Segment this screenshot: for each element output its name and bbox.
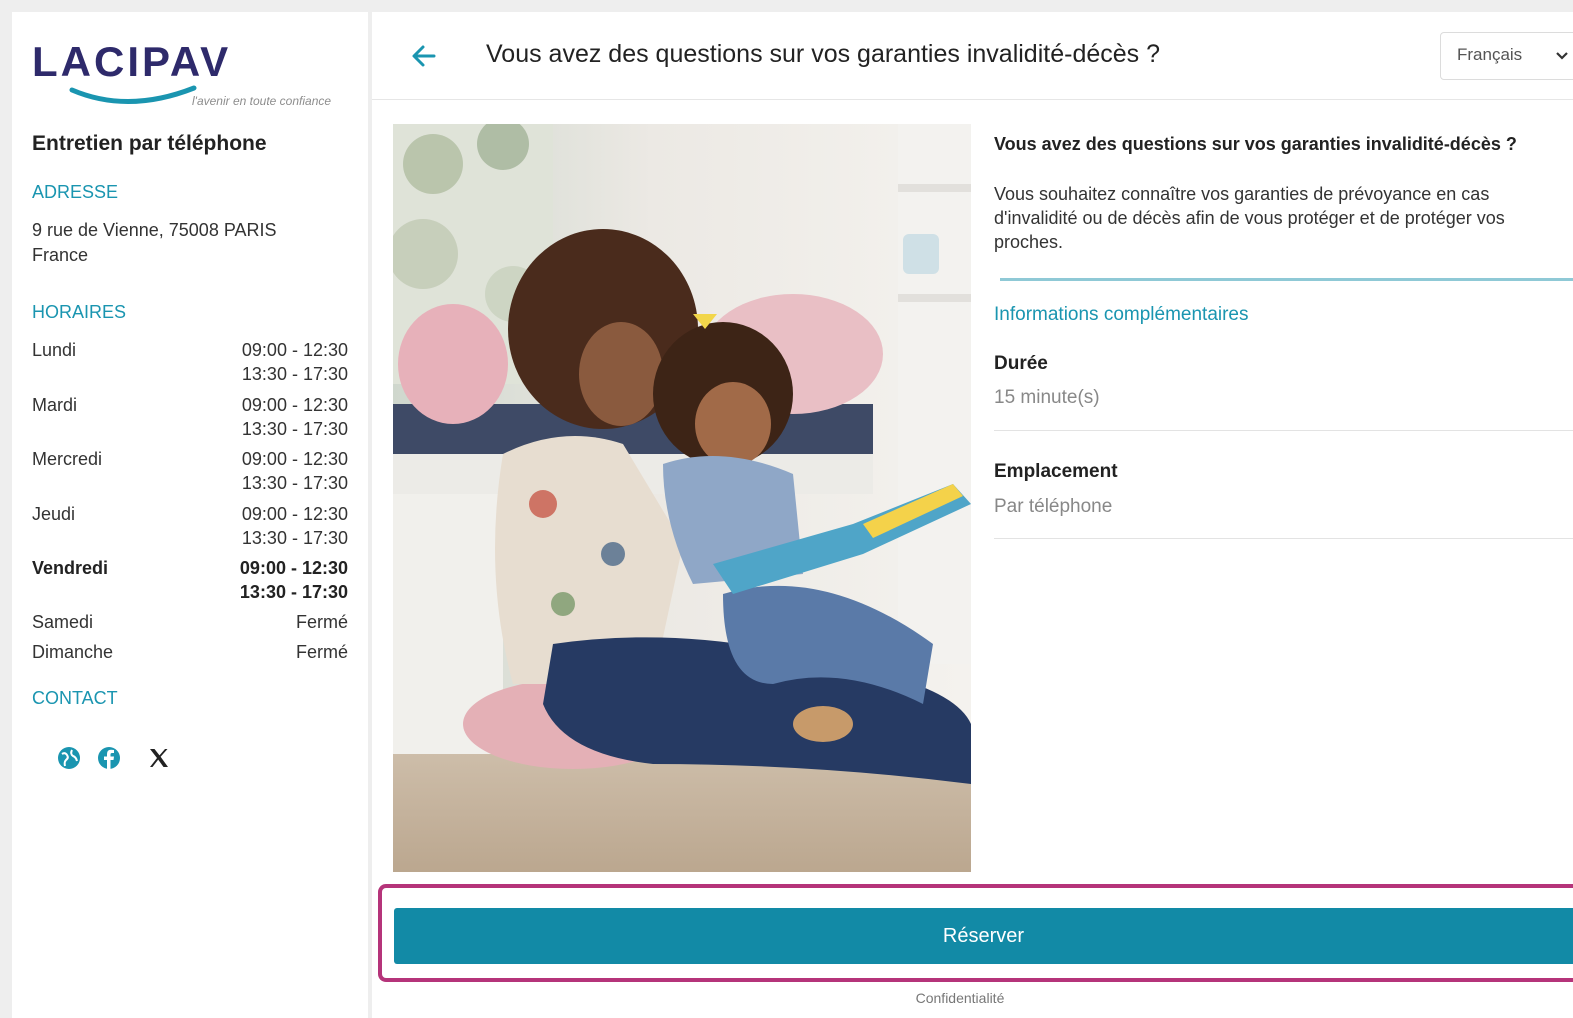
- hours-day: Jeudi: [32, 504, 76, 524]
- duration-value: 15 minute(s): [994, 387, 1100, 408]
- hours-slot: 09:00 - 12:30: [239, 558, 348, 578]
- hours-day: Samedi: [32, 612, 94, 632]
- details-divider: [1000, 278, 1573, 281]
- globe-icon[interactable]: [56, 745, 82, 771]
- hours-day: Vendredi: [32, 558, 109, 578]
- location-label: Emplacement: [994, 461, 1118, 482]
- hours-times: 09:00 - 12:30 13:30 - 17:30: [242, 447, 348, 495]
- hours-times: 09:00 - 12:30 13:30 - 17:30: [242, 502, 348, 550]
- hours-slot: 09:00 - 12:30: [241, 449, 348, 469]
- service-photo: [393, 124, 971, 872]
- address-heading: ADRESSE: [32, 182, 119, 202]
- hours-slot: Fermé: [295, 612, 348, 632]
- hours-times: 09:00 - 12:30 13:30 - 17:30: [242, 393, 348, 441]
- language-select[interactable]: Français: [1440, 32, 1573, 80]
- logo-tagline: l'avenir en toute confiance: [192, 94, 332, 108]
- hours-slot: 09:00 - 12:30: [241, 395, 348, 415]
- hours-slot: 09:00 - 12:30: [241, 340, 348, 360]
- hours-slot: 13:30 - 17:30: [241, 473, 348, 493]
- hours-slot: Fermé: [295, 642, 348, 662]
- hours-times: 09:00 - 12:30 13:30 - 17:30: [240, 556, 348, 604]
- privacy-link[interactable]: Confidentialité: [372, 990, 1548, 1006]
- reserve-button[interactable]: Réserver: [394, 908, 1573, 964]
- chevron-down-icon: [1556, 52, 1568, 60]
- page-title: Vous avez des questions sur vos garantie…: [486, 40, 1160, 68]
- hours-day: Lundi: [32, 340, 77, 360]
- address: 9 rue de Vienne, 75008 PARIS France: [32, 218, 352, 268]
- hours-day: Mardi: [32, 395, 78, 415]
- logo-swoosh-icon: [69, 85, 197, 104]
- x-twitter-icon[interactable]: [146, 745, 172, 771]
- address-line-2: France: [32, 245, 89, 265]
- hours-times: 09:00 - 12:30 13:30 - 17:30: [242, 338, 348, 386]
- location-value: Par téléphone: [994, 496, 1113, 517]
- hours-times: Fermé: [296, 610, 348, 634]
- sidebar: LACIPAV l'avenir en toute confiance Entr…: [12, 12, 368, 1018]
- social-links: [56, 745, 172, 771]
- contact-heading: CONTACT: [32, 688, 118, 708]
- hours-slot: 13:30 - 17:30: [239, 582, 348, 602]
- back-arrow-icon[interactable]: [408, 40, 440, 72]
- hours-heading: HORAIRES: [32, 302, 127, 322]
- header: Vous avez des questions sur vos garantie…: [372, 12, 1573, 100]
- details-row-divider: [994, 538, 1573, 539]
- hours-day: Dimanche: [32, 642, 114, 662]
- language-select-value: Français: [1457, 45, 1523, 64]
- appointment-type-title: Entretien par téléphone: [32, 132, 267, 155]
- hours-slot: 13:30 - 17:30: [241, 419, 348, 439]
- cipav-logo[interactable]: LACIPAV l'avenir en toute confiance: [32, 32, 352, 112]
- logo-wordmark: LACIPAV: [32, 38, 232, 85]
- hours-slot: 13:30 - 17:30: [241, 364, 348, 384]
- facebook-icon[interactable]: [96, 745, 122, 771]
- hours-times: Fermé: [296, 640, 348, 664]
- hours-day: Mercredi: [32, 449, 103, 469]
- main-panel: Vous avez des questions sur vos garantie…: [372, 12, 1573, 1018]
- duration-label: Durée: [994, 353, 1048, 374]
- details-title: Vous avez des questions sur vos garantie…: [994, 134, 1517, 154]
- details-description: Vous souhaitez connaître vos garanties d…: [994, 184, 1505, 252]
- hours-slot: 13:30 - 17:30: [241, 528, 348, 548]
- additional-info-heading: Informations complémentaires: [994, 304, 1249, 325]
- details-row-divider: [994, 430, 1573, 431]
- hours-slot: 09:00 - 12:30: [241, 504, 348, 524]
- address-line-1: 9 rue de Vienne, 75008 PARIS: [32, 220, 277, 240]
